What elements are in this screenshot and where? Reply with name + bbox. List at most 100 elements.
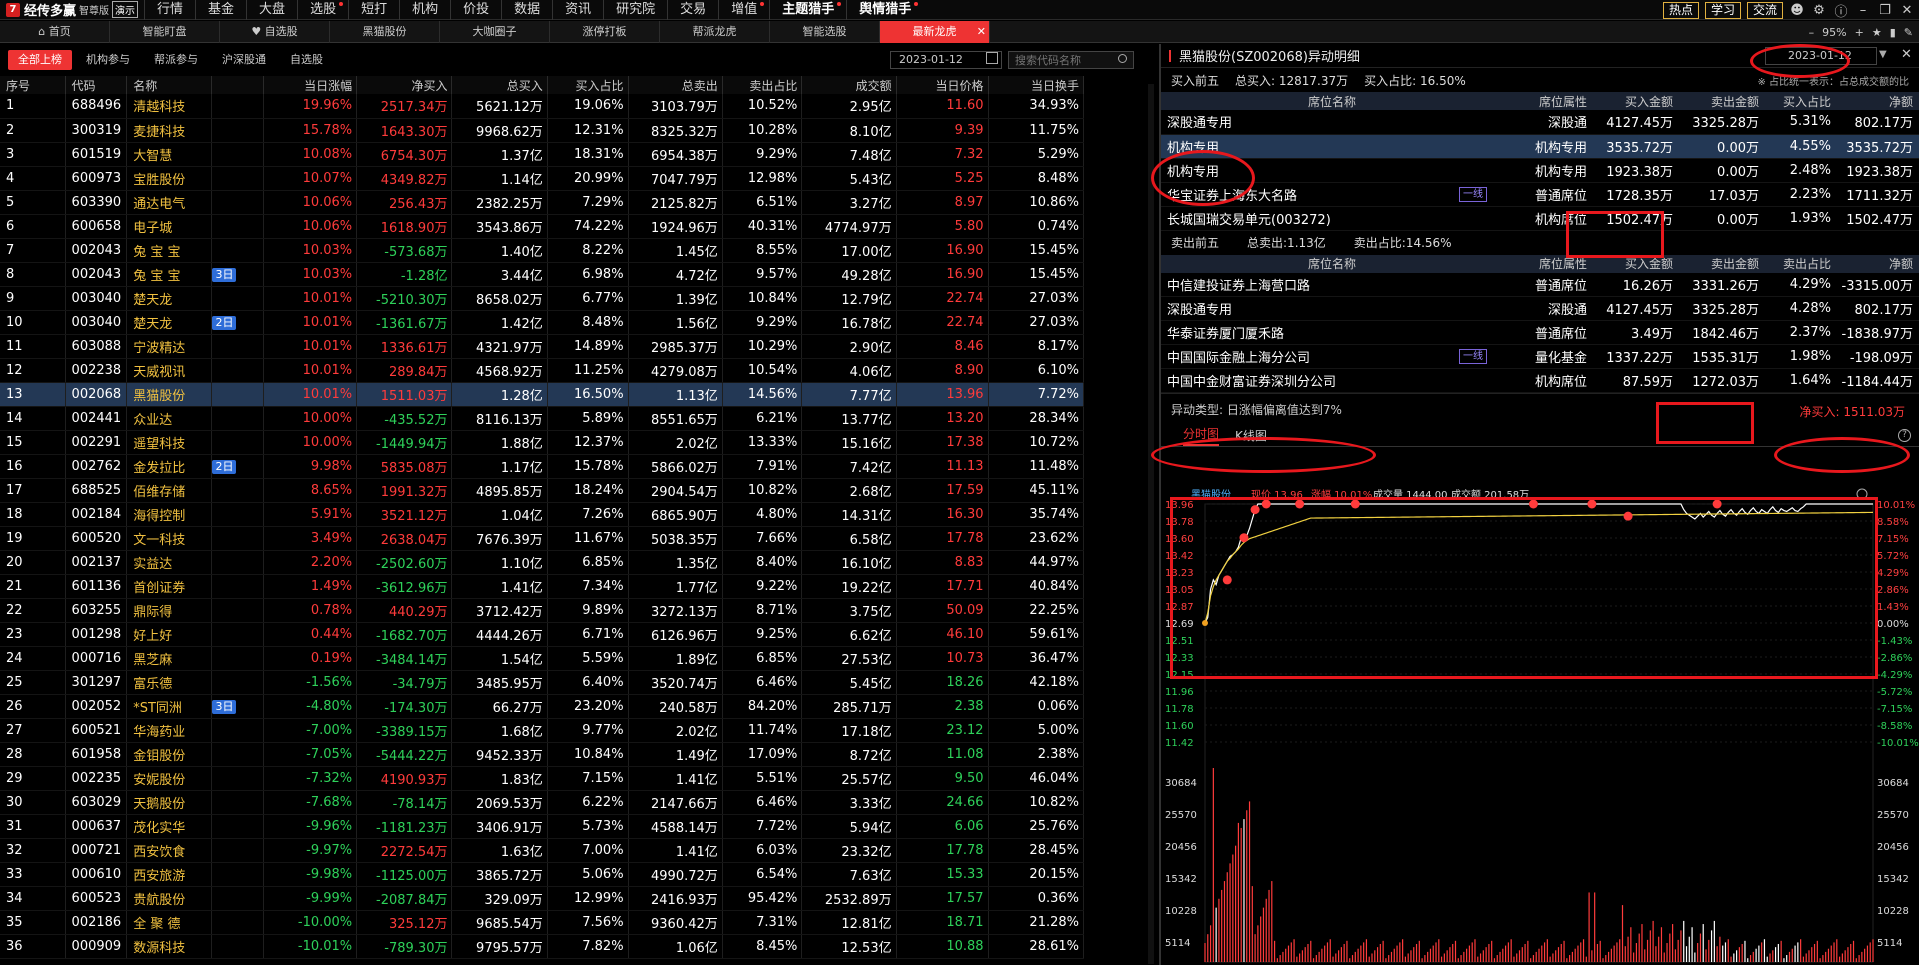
column-header[interactable]: 名称 <box>126 76 213 94</box>
table-row[interactable]: 18 002184 海得控制 5.91% 3521.12万 1.04亿 7.26% 6865.… <box>0 502 1085 527</box>
close-tab-icon[interactable]: ✕ <box>977 21 986 43</box>
table-row[interactable]: 30 603029 天鹅股份 -7.68% -78.14万 2069.53万 6.22% 21… <box>0 790 1085 815</box>
tab-intraday[interactable]: 分时图 <box>1183 425 1220 446</box>
seat-row[interactable]: 长城国瑞交易单元(003272) 机构席位 1502.47万 0.00万 1.93% 15… <box>1161 206 1919 231</box>
column-header[interactable] <box>211 76 265 94</box>
filter-tab-2[interactable]: 帮派参与 <box>144 50 208 70</box>
table-row[interactable]: 34 600523 贵航股份 -9.99% -2087.84万 329.09万 12.99%… <box>0 886 1085 911</box>
menu-item[interactable]: 主题猎手 <box>769 0 846 20</box>
table-row[interactable]: 2 300319 麦捷科技 15.78% 1643.30万 9968.62万 12.31% 8… <box>0 118 1085 143</box>
column-header[interactable]: 当日涨幅 <box>263 76 358 94</box>
seat-row[interactable]: 深股通专用 深股通 4127.45万 3325.28万 4.28% 802.17万 <box>1161 296 1919 321</box>
table-row[interactable]: 19 600520 文一科技 3.49% 2638.04万 7676.39万 11.67% 5… <box>0 526 1085 551</box>
search-input[interactable] <box>1008 51 1134 69</box>
table-row[interactable]: 24 000716 黑芝麻 0.19% -3484.14万 1.54亿 5.59% 1.89亿… <box>0 646 1085 671</box>
table-row[interactable]: 32 000721 西安饮食 -9.97% 2272.54万 1.63亿 7.00% 1.41… <box>0 838 1085 863</box>
seat-row[interactable]: 中国中金财富证券深圳分公司 机构席位 87.59万 1272.03万 1.64% -118… <box>1161 368 1919 393</box>
tab-7[interactable]: 智能选股 <box>770 20 880 43</box>
seat-row[interactable]: 华泰证券厦门厦禾路 普通席位 3.49万 1842.46万 2.37% -1838.97万 <box>1161 320 1919 345</box>
column-header[interactable]: 总卖出 <box>628 76 723 94</box>
hot-button[interactable]: 热点 <box>1662 1 1699 19</box>
table-row[interactable]: 36 000909 数源科技 -10.01% -789.30万 9795.57万 7.82%… <box>0 934 1085 959</box>
help-icon[interactable]: ? <box>1898 429 1911 442</box>
tab-0[interactable]: ⌂ 首页 <box>0 20 110 43</box>
calendar-icon[interactable] <box>986 52 998 64</box>
table-row[interactable]: 15 002291 遥望科技 10.00% -1449.94万 1.88亿 12.37% 2.… <box>0 430 1085 455</box>
menu-item[interactable]: 行情 <box>144 0 195 20</box>
table-row[interactable]: 11 603088 宁波精达 10.01% 1336.61万 4321.97万 14.89%… <box>0 334 1085 359</box>
table-row[interactable]: 10 003040 楚天龙 2日 10.01% -1361.67万 1.42亿 8.48% 1.… <box>0 310 1085 335</box>
minimize-icon[interactable]: – <box>1855 3 1871 18</box>
menu-item[interactable]: 资讯 <box>552 0 603 20</box>
column-header[interactable]: 代码 <box>65 76 128 94</box>
edit-icon[interactable]: ✎ <box>1904 26 1913 39</box>
table-scrollbar[interactable] <box>1148 84 1154 964</box>
close-window-icon[interactable]: ✕ <box>1899 3 1915 18</box>
tab-kline[interactable]: K线图 <box>1235 427 1267 446</box>
column-header[interactable]: 当日换手 <box>988 76 1085 94</box>
exchange-button[interactable]: 交流 <box>1746 1 1783 19</box>
menu-item[interactable]: 研究院 <box>603 0 667 20</box>
column-header[interactable]: 当日价格 <box>896 76 989 94</box>
table-row[interactable]: 1 688496 清越科技 19.96% 2517.34万 5621.12万 19.06% 3… <box>0 94 1085 119</box>
restore-icon[interactable]: ❐ <box>1877 3 1893 18</box>
table-row[interactable]: 21 601136 首创证券 1.49% -3612.96万 1.41亿 7.34% 1.77… <box>0 574 1085 599</box>
table-row[interactable]: 7 002043 兔 宝 宝 10.03% -573.68万 1.40亿 8.22% 1.45… <box>0 238 1085 263</box>
column-header[interactable]: 总买入 <box>451 76 548 94</box>
menu-item[interactable]: 价投 <box>450 0 501 20</box>
menu-item[interactable]: 增值 <box>718 0 769 20</box>
bookmark-icon[interactable]: ▮ <box>1890 26 1896 39</box>
seat-row[interactable]: 机构专用 机构专用 1923.38万 0.00万 2.48% 1923.38万 <box>1161 158 1919 183</box>
table-row[interactable]: 33 000610 西安旅游 -9.98% -1125.00万 3865.72万 5.06%… <box>0 862 1085 887</box>
settings-icon[interactable]: ⚙ <box>1811 3 1827 18</box>
detail-date-picker[interactable]: 2023-01-12 <box>1765 47 1877 65</box>
study-button[interactable]: 学习 <box>1704 1 1741 19</box>
menu-item[interactable]: 交易 <box>667 0 718 20</box>
info-icon[interactable]: ⓘ <box>1833 1 1849 20</box>
table-row[interactable]: 17 688525 佰维存储 8.65% 1991.32万 4895.85万 18.24% 2… <box>0 478 1085 503</box>
table-row[interactable]: 28 601958 金钼股份 -7.05% -5444.22万 9452.33万 10.84… <box>0 742 1085 767</box>
close-icon[interactable]: ✕ <box>1901 47 1912 62</box>
table-row[interactable]: 25 301297 富乐德 -1.56% -34.79万 3485.95万 6.40% 352… <box>0 670 1085 695</box>
table-row[interactable]: 29 002235 安妮股份 -7.32% 4190.93万 1.83亿 7.15% 1.41… <box>0 766 1085 791</box>
tab-3[interactable]: 黑猫股份 <box>330 20 440 43</box>
menu-item[interactable]: 舆情猎手 <box>846 0 923 20</box>
column-header[interactable]: 买入占比 <box>547 76 629 94</box>
table-row[interactable]: 6 600658 电子城 10.06% 1618.90万 3543.86万 74.22% 19… <box>0 214 1085 239</box>
filter-tab-4[interactable]: 自选股 <box>280 50 333 70</box>
table-row[interactable]: 20 002137 实益达 2.20% -2502.60万 1.10亿 6.85% 1.35亿… <box>0 550 1085 575</box>
menu-item[interactable]: 数据 <box>501 0 552 20</box>
table-row[interactable]: 4 600973 宝胜股份 10.07% 4349.82万 1.14亿 20.99% 7047… <box>0 166 1085 191</box>
table-row[interactable]: 16 002762 金发拉比 2日 9.98% 5835.08万 1.17亿 15.78% 58… <box>0 454 1085 479</box>
seat-row[interactable]: 深股通专用 深股通 4127.45万 3325.28万 5.31% 802.17万 <box>1161 110 1919 135</box>
table-row[interactable]: 9 003040 楚天龙 10.01% -5210.30万 8658.02万 6.77% 1.… <box>0 286 1085 311</box>
table-row[interactable]: 5 603390 通达电气 10.06% 256.43万 2382.25万 7.29% 212… <box>0 190 1085 215</box>
menu-item[interactable]: 基金 <box>195 0 246 20</box>
table-row[interactable]: 3 601519 大智慧 10.08% 6754.30万 1.37亿 18.31% 6954.… <box>0 142 1085 167</box>
table-row[interactable]: 27 600521 华海药业 -7.00% -3389.15万 1.68亿 9.77% 2.0… <box>0 718 1085 743</box>
tab-5[interactable]: 涨停打板 <box>550 20 660 43</box>
table-row[interactable]: 23 001298 好上好 0.44% -1682.70万 4444.26万 6.71% 61… <box>0 622 1085 647</box>
table-row[interactable]: 22 603255 鼎际得 0.78% 440.29万 3712.42万 9.89% 3272… <box>0 598 1085 623</box>
column-header[interactable]: 净买入 <box>356 76 453 94</box>
seat-row[interactable]: 中信建投证券上海营口路 普通席位 16.26万 3331.26万 4.29% -3315.… <box>1161 272 1919 297</box>
table-row[interactable]: 14 002441 众业达 10.00% -435.52万 8116.13万 5.89% 85… <box>0 406 1085 431</box>
tab-1[interactable]: 智能盯盘 <box>110 20 220 43</box>
menu-item[interactable]: 机构 <box>399 0 450 20</box>
tab-2[interactable]: ♥ 自选股 <box>220 20 330 43</box>
menu-item[interactable]: 短打 <box>348 0 399 20</box>
table-row[interactable]: 12 002238 天威视讯 10.01% 289.84万 4568.92万 11.25% 4… <box>0 358 1085 383</box>
zoom-out-icon[interactable]: – <box>1809 26 1815 39</box>
table-row[interactable]: 31 000637 茂化实华 -9.96% -1181.23万 3406.91万 5.73%… <box>0 814 1085 839</box>
user-icon[interactable]: ☻ <box>1789 3 1805 18</box>
table-row[interactable]: 26 002052 *ST同洲 3日 -4.80% -174.30万 66.27万 23.20… <box>0 694 1085 719</box>
tab-4[interactable]: 大咖圈子 <box>440 20 550 43</box>
search-icon[interactable] <box>1118 54 1127 63</box>
column-header[interactable]: 序号 <box>0 76 66 94</box>
star-icon[interactable]: ★ <box>1872 26 1882 39</box>
menu-item[interactable]: 选股 <box>297 0 348 20</box>
column-header[interactable]: 卖出占比 <box>722 76 803 94</box>
seat-row[interactable]: 中国国际金融上海分公司 一线 量化基金 1337.22万 1535.31万 1.98% -1… <box>1161 344 1919 369</box>
table-row[interactable]: 35 002186 全 聚 德 -10.00% 325.12万 9685.54万 7.56%… <box>0 910 1085 935</box>
tab-8[interactable]: 最新龙虎 ✕ <box>880 20 990 43</box>
